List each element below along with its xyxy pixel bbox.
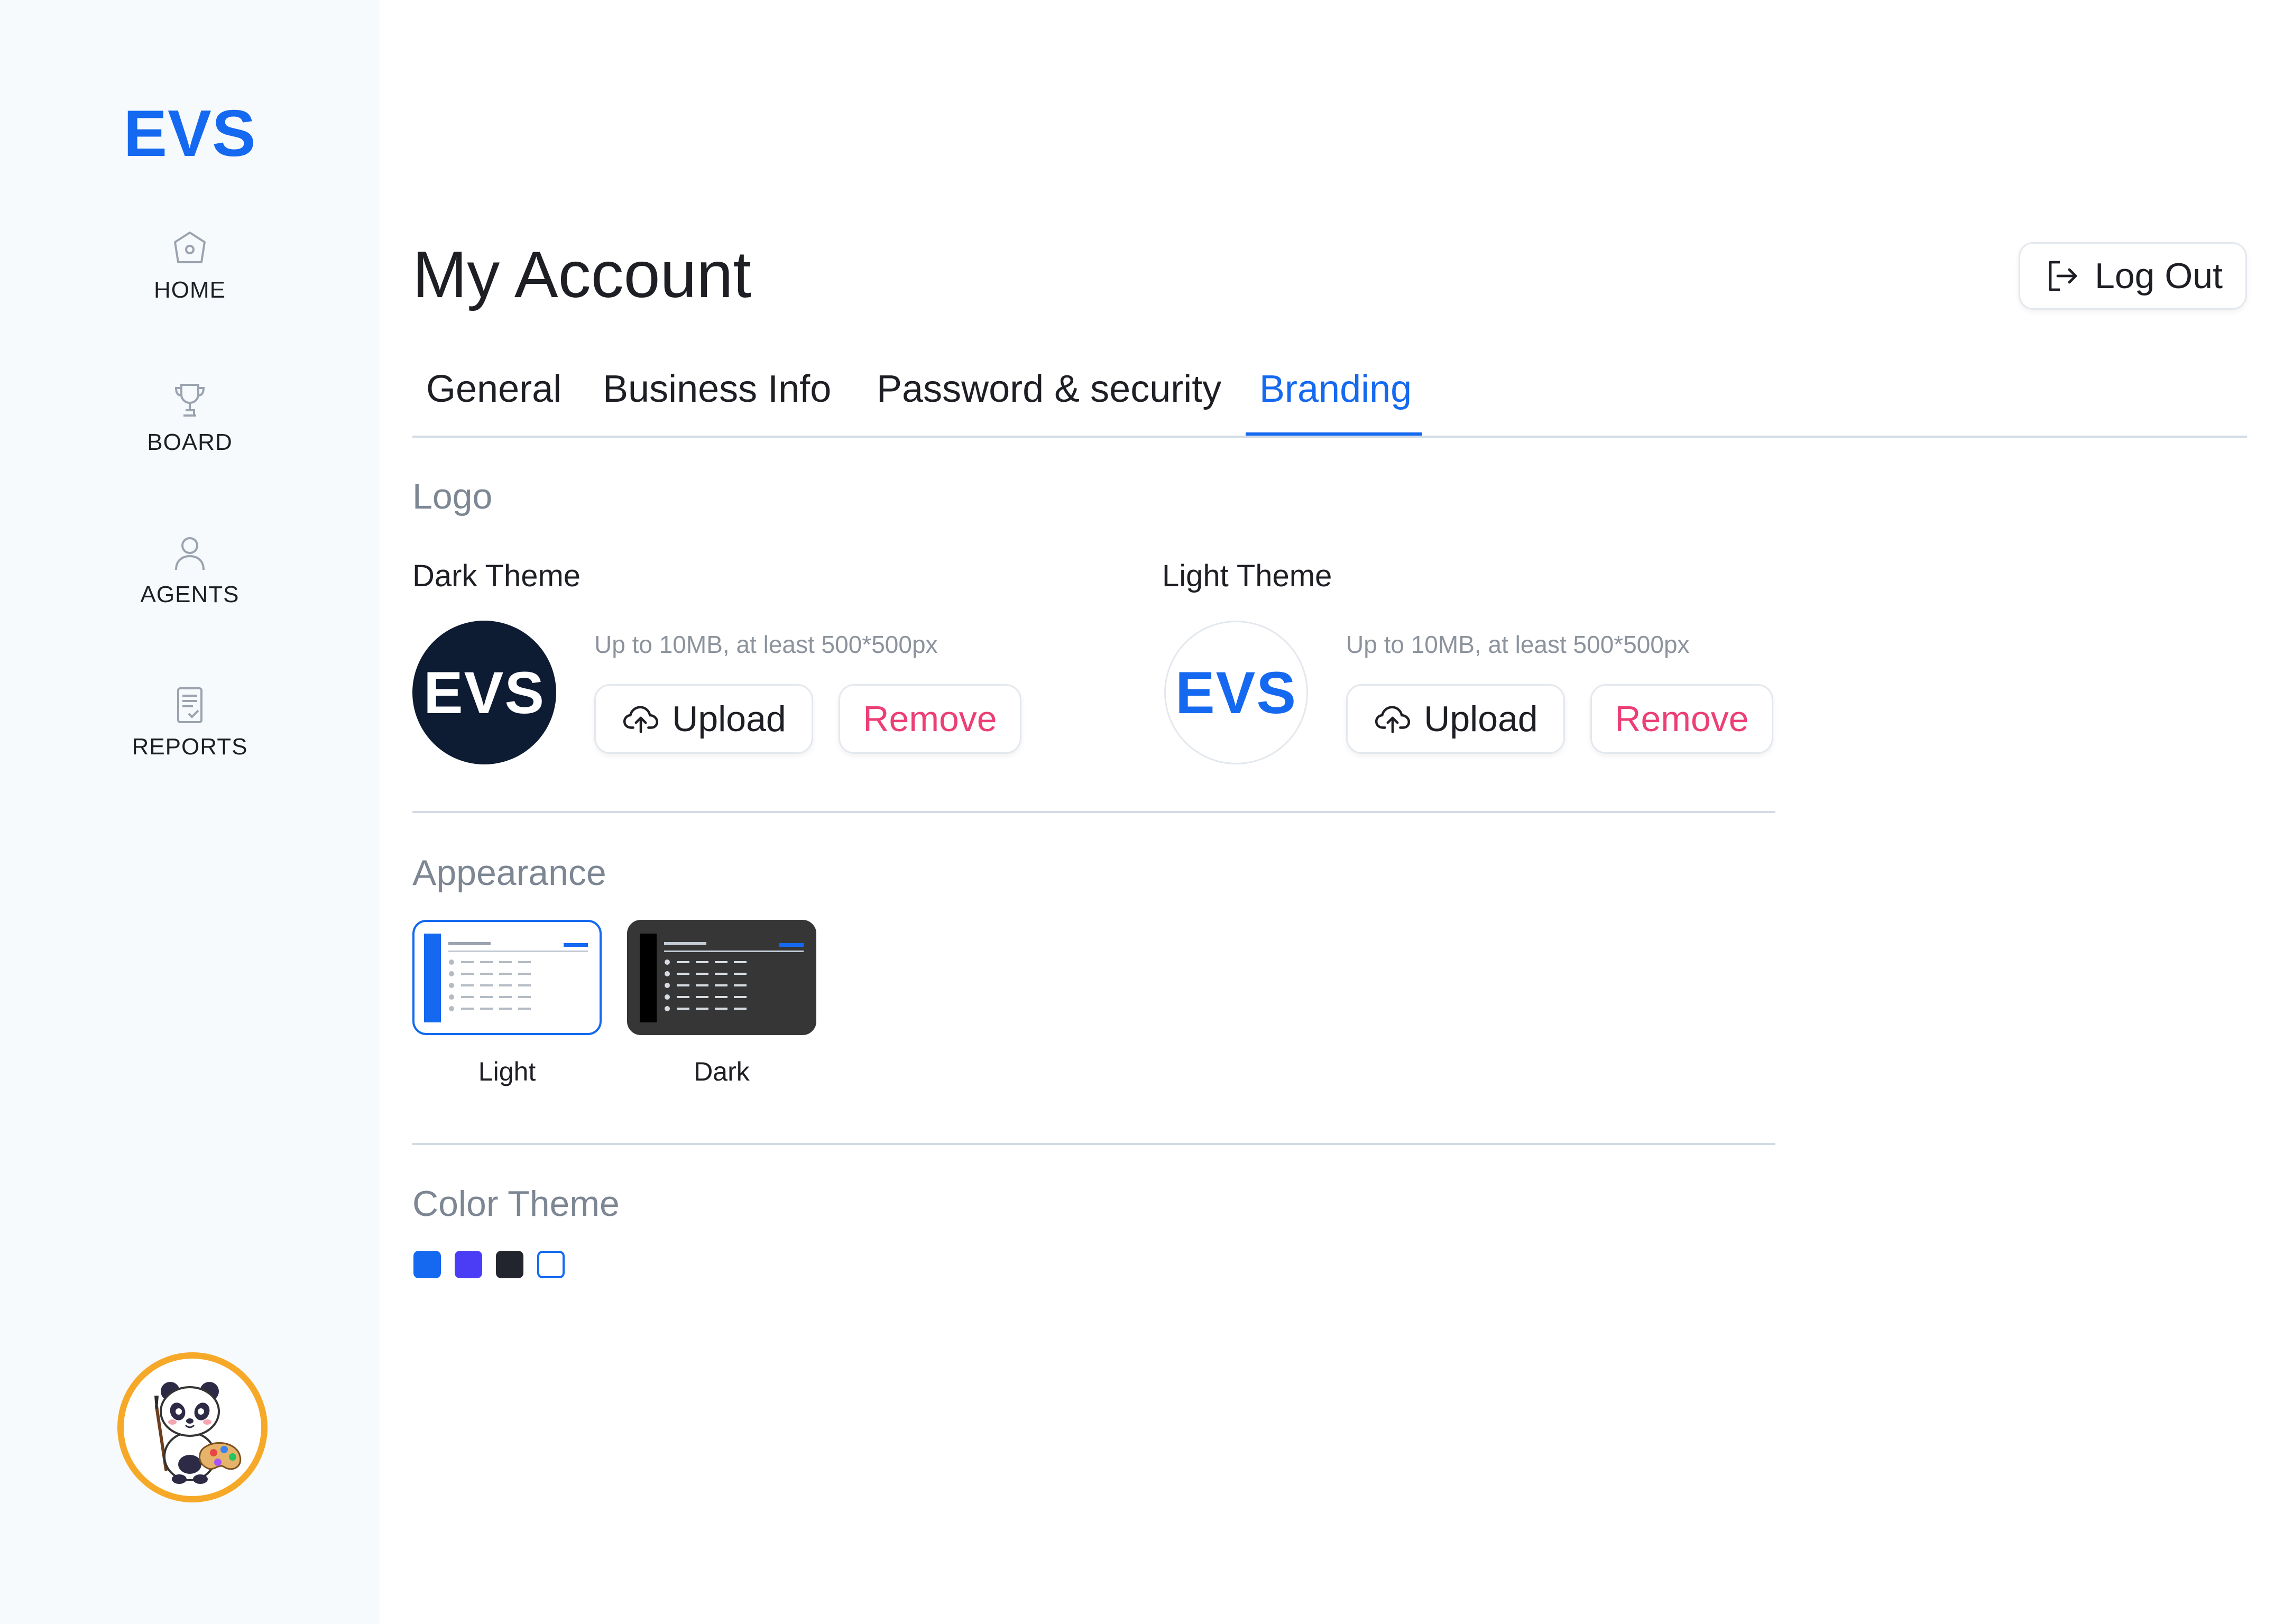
appearance-option-label: Dark [694,1057,750,1086]
tab-business-info[interactable]: Business Info [603,359,831,436]
home-icon [174,232,206,263]
report-icon [177,687,202,723]
section-divider [412,811,1775,813]
dark-theme-title: Dark Theme [412,559,581,593]
user-icon [175,537,205,570]
cloud-upload-icon [623,706,659,733]
sidebar-item-home[interactable]: HOME [0,227,380,303]
color-swatch-white[interactable] [537,1251,565,1278]
light-upload-button[interactable]: Upload [1346,684,1565,754]
avatar[interactable] [117,1352,268,1502]
upload-label: Upload [672,699,786,739]
dark-upload-hint: Up to 10MB, at least 500*500px [594,631,938,658]
light-logo-preview: EVS [1164,621,1308,764]
sidebar-item-board[interactable]: BOARD [0,380,380,456]
section-divider [412,1143,1775,1145]
logout-label: Log Out [2095,256,2223,296]
sidebar-item-label: REPORTS [132,734,248,760]
sidebar-item-label: BOARD [147,429,233,455]
color-swatch-dark[interactable] [496,1251,523,1278]
logout-button[interactable]: Log Out [2019,242,2247,310]
trophy-icon [174,384,205,417]
color-swatch-purple[interactable] [455,1251,482,1278]
dark-remove-button[interactable]: Remove [839,684,1021,754]
panda-painter-avatar [154,1382,242,1484]
appearance-option-label: Light [478,1057,536,1086]
active-tab-indicator [1246,432,1422,436]
sidebar-item-reports[interactable]: REPORTS [0,684,380,760]
sidebar-item-label: HOME [154,277,226,303]
dark-logo-preview: EVS [412,621,556,764]
light-theme-preview [424,934,588,1022]
light-theme-title: Light Theme [1162,559,1332,593]
color-swatch-blue[interactable] [413,1251,441,1278]
color-theme-section-title: Color Theme [412,1184,620,1224]
tab-password-security[interactable]: Password & security [877,359,1221,436]
tab-branding[interactable]: Branding [1259,359,1412,436]
light-upload-hint: Up to 10MB, at least 500*500px [1346,631,1690,658]
tab-general[interactable]: General [426,359,561,436]
sidebar-item-agents[interactable]: AGENTS [0,532,380,608]
appearance-option-light[interactable] [412,920,602,1035]
upload-label: Upload [1424,699,1538,739]
sidebar: EVS HOME BOARD AGENTS REPORTS [0,0,380,1624]
brand-logo[interactable]: EVS [0,94,380,173]
tab-bar: General Business Info Password & securit… [412,359,2247,438]
sidebar-item-label: AGENTS [140,582,240,607]
dark-upload-button[interactable]: Upload [594,684,813,754]
appearance-option-dark[interactable] [627,920,816,1035]
logo-section-title: Logo [412,476,493,516]
logout-icon [2049,261,2077,291]
dark-theme-preview [640,934,804,1022]
cloud-upload-icon [1375,706,1411,733]
light-remove-button[interactable]: Remove [1590,684,1773,754]
page-title: My Account [412,238,751,311]
appearance-section-title: Appearance [412,853,606,893]
